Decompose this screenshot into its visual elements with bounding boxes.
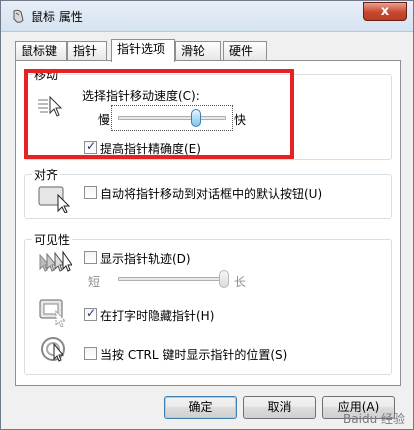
- snap-to-icon: [38, 186, 71, 213]
- pointer-trails-icon: [39, 250, 72, 272]
- close-button[interactable]: x: [363, 2, 407, 21]
- hide-while-typing-label[interactable]: 在打字时隐藏指针(H): [100, 307, 214, 324]
- trails-checkbox[interactable]: [84, 251, 97, 264]
- long-label: 长: [234, 275, 247, 289]
- trails-label[interactable]: 显示指针轨迹(D): [100, 250, 191, 267]
- ok-button[interactable]: 确定: [164, 396, 237, 419]
- ctrl-locate-label[interactable]: 当按 CTRL 键时显示指针的位置(S): [100, 346, 287, 363]
- mouse-icon: [13, 9, 24, 23]
- visibility-group-title: 可见性: [32, 231, 73, 248]
- snap-checkbox[interactable]: [84, 186, 97, 199]
- cancel-button[interactable]: 取消: [243, 396, 316, 419]
- tab-buttons[interactable]: 鼠标键: [15, 41, 67, 61]
- tab-wheel[interactable]: 滑轮: [175, 41, 221, 61]
- ctrl-locate-checkbox[interactable]: [84, 347, 97, 360]
- watermark: Baidu 经验: [343, 412, 405, 426]
- window-title: 鼠标 属性: [31, 10, 83, 24]
- trails-slider-track[interactable]: [118, 277, 224, 281]
- title-bar: 鼠标 属性 x: [1, 1, 413, 32]
- mouse-properties-window: 鼠标 属性 x 鼠标键 指针 指针选项 滑轮 硬件 移动 选择指针移动速度(C)…: [0, 0, 414, 430]
- close-icon: x: [380, 4, 390, 19]
- trails-slider-thumb[interactable]: [219, 270, 229, 288]
- tab-pointer-options[interactable]: 指针选项: [111, 39, 175, 62]
- short-label: 短: [88, 275, 101, 289]
- snap-label[interactable]: 自动将指针移动到对话框中的默认按钮(U): [100, 185, 322, 202]
- highlight-annotation: [24, 69, 294, 159]
- snap-group-title: 对齐: [32, 166, 61, 183]
- hide-pointer-icon: [39, 299, 67, 328]
- hide-while-typing-checkbox[interactable]: [84, 306, 97, 321]
- tab-hardware[interactable]: 硬件: [223, 41, 267, 61]
- pointer-location-icon: [41, 337, 65, 362]
- tab-pointers[interactable]: 指针: [67, 41, 107, 61]
